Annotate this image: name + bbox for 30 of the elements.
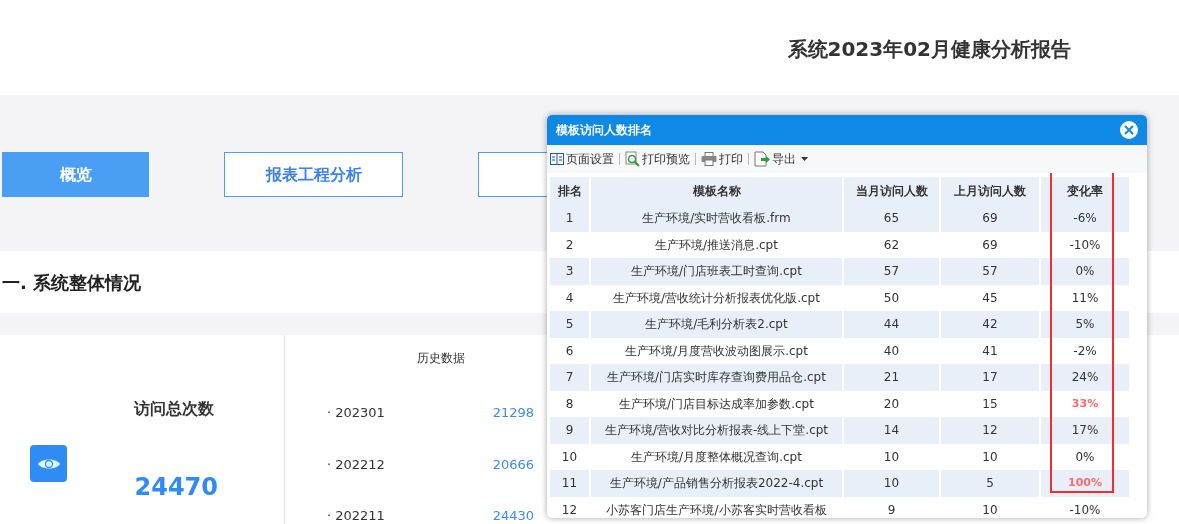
history-value: 20666 bbox=[492, 455, 534, 474]
history-month: · 202301 bbox=[327, 404, 385, 422]
table-cell: 10 bbox=[940, 496, 1040, 518]
printer-icon bbox=[701, 152, 717, 166]
report-title: 系统2023年02月健康分析报告 bbox=[787, 35, 1071, 63]
section-heading: 一. 系统整体情况 bbox=[2, 270, 142, 295]
close-icon bbox=[1124, 125, 1134, 135]
close-button[interactable] bbox=[1120, 121, 1138, 139]
history-value: 24430 bbox=[492, 507, 534, 524]
export-icon bbox=[754, 151, 770, 167]
columns-icon bbox=[550, 153, 564, 165]
magnifier-icon bbox=[625, 151, 640, 167]
table-cell: -10% bbox=[1040, 496, 1130, 518]
history-title: 历史数据 bbox=[416, 350, 465, 367]
table-cell: 12 bbox=[550, 496, 590, 518]
tab[interactable]: 报表工程分析 bbox=[224, 152, 403, 197]
table-cell: 小苏客门店生产环境/小苏客实时营收看板 bbox=[590, 496, 843, 518]
toolbar-button[interactable]: 打印预览 bbox=[625, 150, 690, 168]
table-cell: 9 bbox=[843, 496, 940, 518]
caret-icon bbox=[801, 157, 808, 161]
toolbar-button[interactable]: 打印 bbox=[701, 150, 743, 168]
history-value: 21298 bbox=[492, 404, 534, 422]
metric-value: 24470 bbox=[134, 472, 218, 503]
history-month: · 202212 bbox=[327, 455, 385, 474]
history-month: · 202211 bbox=[327, 507, 385, 524]
metric-label: 访问总次数 bbox=[134, 398, 214, 420]
toolbar-button[interactable]: 导出 bbox=[754, 150, 808, 168]
eye-icon bbox=[30, 445, 67, 482]
dialog-title: 模板访问人数排名 bbox=[556, 122, 652, 139]
toolbar-button[interactable]: 页面设置 bbox=[550, 150, 614, 168]
